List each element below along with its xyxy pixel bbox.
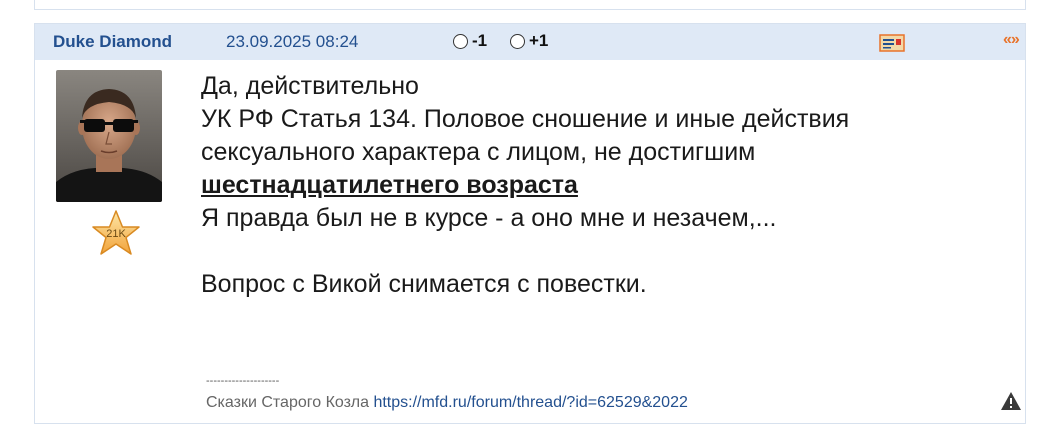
vote-plus-label: +1 xyxy=(529,31,549,50)
signature-separator: -------------------- xyxy=(206,375,280,387)
post-line: УК РФ Статья 134. Половое сношение и ины… xyxy=(201,105,850,133)
post-datetime: 23.09.2025 08:24 xyxy=(226,32,359,51)
signature-text: Сказки Старого Козла xyxy=(206,394,374,411)
radio-minus[interactable] xyxy=(453,33,468,49)
vote-minus-option[interactable]: -1 xyxy=(453,31,487,51)
author-name-link[interactable]: Duke Diamond xyxy=(53,32,172,52)
card-icon[interactable] xyxy=(879,34,905,52)
radio-plus[interactable] xyxy=(510,33,525,49)
post-line: Вопрос с Викой снимается с повестки. xyxy=(201,270,647,298)
previous-post-bottom-border xyxy=(34,0,1026,10)
warning-icon[interactable] xyxy=(1000,391,1022,411)
post-header: Duke Diamond 23.09.2025 08:24 -1 +1 «» xyxy=(35,24,1025,60)
post-body: Да, действительно УК РФ Статья 134. Поло… xyxy=(201,70,1001,301)
post-line: Да, действительно xyxy=(201,72,419,100)
post-line: сексуального характера с лицом, не дости… xyxy=(201,138,756,166)
forum-post: Duke Diamond 23.09.2025 08:24 -1 +1 «» 2… xyxy=(34,23,1026,424)
quote-icon[interactable]: «» xyxy=(1003,31,1020,49)
vote-plus-option[interactable]: +1 xyxy=(510,31,548,51)
vote-minus-label: -1 xyxy=(472,31,488,50)
signature: Сказки Старого Козла https://mfd.ru/foru… xyxy=(206,394,688,412)
signature-link[interactable]: https://mfd.ru/forum/thread/?id=62529&20… xyxy=(373,394,687,411)
rating-star-badge[interactable]: 21K xyxy=(90,209,142,259)
rating-value: 21K xyxy=(106,228,126,240)
avatar[interactable] xyxy=(56,70,162,202)
law-article-link[interactable]: шестнадцатилетнего возраста xyxy=(201,171,578,199)
post-line: Я правда был не в курсе - а оно мне и не… xyxy=(201,204,777,232)
